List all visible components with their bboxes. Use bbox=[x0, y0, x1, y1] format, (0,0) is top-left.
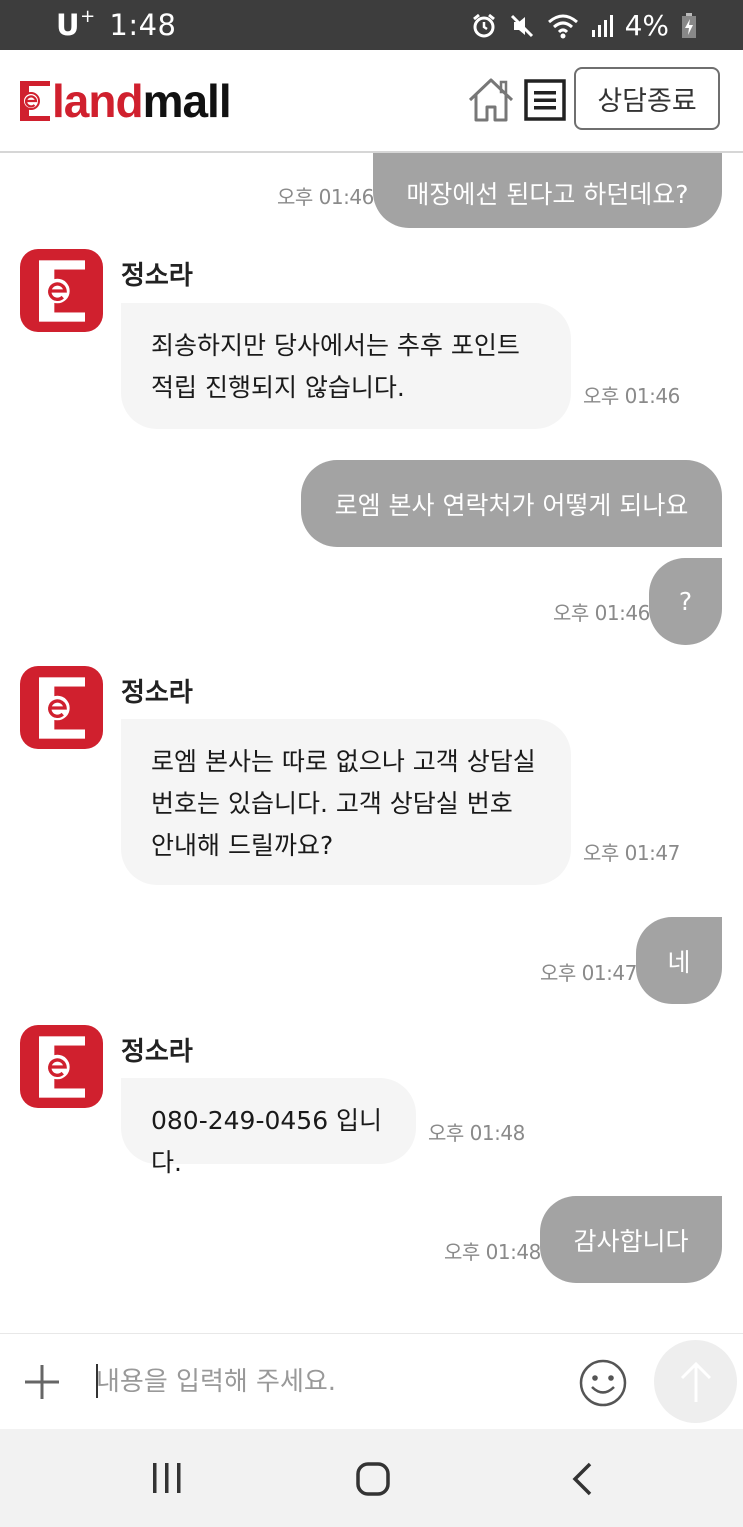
status-carrier-time: U+ 1:48 bbox=[56, 6, 177, 42]
message-time: 오후 01:46 bbox=[277, 185, 374, 209]
status-bar: U+ 1:48 4% bbox=[0, 0, 743, 50]
logo-text-mall: mall bbox=[142, 75, 232, 127]
emoji-icon[interactable] bbox=[578, 1358, 628, 1408]
message-line: 적립 진행되지 않습니다. bbox=[151, 373, 405, 402]
incoming-message: 로엠 본사는 따로 없으나 고객 상담실 번호는 있습니다. 고객 상담실 번호… bbox=[121, 719, 571, 885]
mute-icon bbox=[510, 14, 533, 37]
outgoing-message: 매장에선 된다고 하던데요? bbox=[373, 153, 722, 228]
logo-e-icon bbox=[20, 81, 50, 121]
sender-name: 정소라 bbox=[121, 1037, 193, 1067]
recent-apps-icon[interactable] bbox=[150, 1461, 184, 1495]
message-time: 오후 01:46 bbox=[553, 601, 650, 625]
text-cursor bbox=[96, 1364, 98, 1398]
agent-avatar bbox=[20, 1025, 103, 1108]
chat-area[interactable]: 오후 01:46 매장에선 된다고 하던데요? 정소라 죄송하지만 당사에서는 … bbox=[0, 153, 743, 1333]
home-nav-icon[interactable] bbox=[355, 1461, 391, 1497]
battery-icon bbox=[682, 12, 696, 38]
plus-icon[interactable] bbox=[22, 1362, 62, 1402]
message-line: 번호는 있습니다. 고객 상담실 번호 bbox=[151, 789, 513, 818]
signal-icon bbox=[591, 14, 613, 37]
incoming-message: 죄송하지만 당사에서는 추후 포인트 적립 진행되지 않습니다. bbox=[121, 303, 571, 429]
eland-e-icon bbox=[38, 676, 85, 739]
sender-name: 정소라 bbox=[121, 261, 193, 291]
message-time: 오후 01:47 bbox=[583, 841, 680, 865]
agent-avatar bbox=[20, 666, 103, 749]
message-time: 오후 01:48 bbox=[428, 1121, 525, 1145]
sender-name: 정소라 bbox=[121, 678, 193, 708]
message-line: 로엠 본사는 따로 없으나 고객 상담실 bbox=[151, 747, 536, 776]
carrier-name: U bbox=[56, 8, 81, 42]
home-icon[interactable] bbox=[466, 76, 516, 124]
battery-percent: 4% bbox=[624, 9, 669, 42]
outgoing-message: 네 bbox=[636, 917, 722, 1004]
message-line: 죄송하지만 당사에서는 추후 포인트 bbox=[151, 331, 520, 360]
message-time: 오후 01:47 bbox=[540, 961, 637, 985]
status-icons: 4% bbox=[471, 9, 697, 42]
menu-icon[interactable] bbox=[524, 79, 566, 121]
incoming-message: 080-249-0456 입니다. bbox=[121, 1078, 416, 1177]
outgoing-message: ? bbox=[649, 558, 722, 645]
eland-e-icon bbox=[38, 1035, 85, 1098]
alarm-icon bbox=[472, 13, 495, 37]
message-time: 오후 01:46 bbox=[583, 384, 680, 408]
arrow-up-icon bbox=[680, 1361, 711, 1402]
status-time: 1:48 bbox=[109, 8, 177, 42]
carrier-sup: + bbox=[80, 6, 96, 27]
message-input-bar bbox=[0, 1333, 743, 1430]
wifi-icon bbox=[547, 14, 578, 38]
message-line: 080-249-0456 입니다. bbox=[151, 1106, 383, 1177]
message-input[interactable] bbox=[96, 1360, 556, 1404]
message-line: 안내해 드릴까요? bbox=[151, 831, 334, 860]
outgoing-message: 감사합니다 bbox=[540, 1196, 722, 1283]
logo-text-land: land bbox=[52, 75, 144, 127]
back-icon[interactable] bbox=[570, 1461, 596, 1497]
send-button[interactable] bbox=[654, 1340, 737, 1423]
message-time: 오후 01:48 bbox=[444, 1240, 541, 1264]
system-nav-bar bbox=[0, 1429, 743, 1527]
elandmall-logo[interactable]: land mall bbox=[20, 75, 232, 127]
eland-e-icon bbox=[38, 259, 85, 322]
app-header: land mall 상담종료 bbox=[0, 50, 743, 153]
end-consultation-button[interactable]: 상담종료 bbox=[574, 67, 720, 130]
agent-avatar bbox=[20, 249, 103, 332]
outgoing-message: 로엠 본사 연락처가 어떻게 되나요 bbox=[301, 460, 722, 547]
